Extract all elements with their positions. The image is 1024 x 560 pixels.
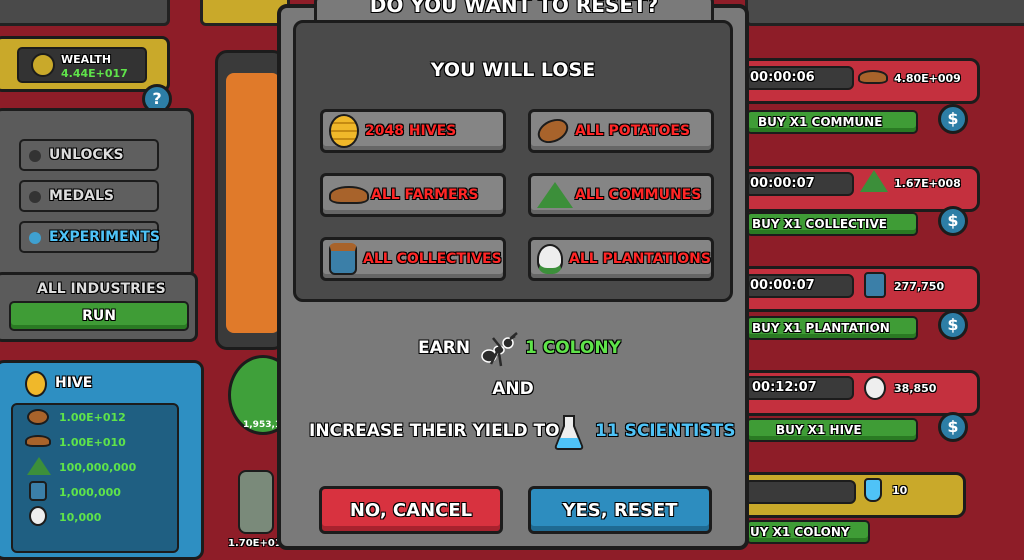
lose-item-collectives: ALL COLLECTIVES [320, 237, 506, 281]
reset-button[interactable]: YES, RESET [528, 486, 712, 534]
hive-stat-row: 1.00E+010 [59, 436, 126, 449]
industry-value: 277,750 [894, 280, 945, 293]
radio-icon [29, 191, 41, 203]
farmer-hat-icon [25, 435, 51, 447]
cotton-icon [864, 376, 886, 400]
lose-item-potatoes: ALL POTATOES [528, 109, 714, 153]
dialog-title: DO YOU WANT TO RESET? [369, 0, 659, 17]
cotton-icon [537, 244, 563, 274]
hive-stats: 1.00E+012 1.00E+010 100,000,000 1,000,00… [11, 403, 179, 553]
flask-icon [554, 414, 584, 450]
hive-icon [25, 371, 47, 397]
potato-circle-value: 1,953,1 [243, 420, 282, 430]
buy-hive-button[interactable]: BUY x1 HIVE [746, 418, 918, 442]
lose-item-label: ALL FARMERS [371, 187, 479, 203]
lose-item-label: 2048 HIVES [365, 123, 457, 139]
dollar-button[interactable]: $ [938, 104, 968, 134]
increase-value: 11 SCIENTISTS [595, 421, 736, 441]
medals-label: MEDALS [49, 188, 114, 204]
and-label: AND [492, 379, 534, 399]
radio-icon [29, 232, 41, 244]
top-bar-right [745, 0, 1024, 26]
background-scene [215, 50, 285, 350]
radio-icon [29, 150, 41, 162]
farmer-icon [864, 272, 886, 298]
lose-item-hives: 2048 HIVES [320, 109, 506, 153]
increase-label: INCREASE THEIR YIELD TO [309, 421, 560, 441]
side-menu: UNLOCKS MEDALS EXPERIMENTS [0, 108, 194, 278]
ant-icon [477, 332, 519, 368]
all-industries-panel: ALL INDUSTRIES RUN [0, 272, 198, 342]
hive-stat-row: 1,000,000 [59, 486, 121, 499]
dollar-button[interactable]: $ [938, 206, 968, 236]
lose-item-label: ALL PLANTATIONS [569, 251, 711, 267]
colony-value: 10 [892, 484, 908, 497]
lose-heading: YOU WILL LOSE [430, 59, 596, 81]
farmer-icon [29, 481, 47, 501]
farmer-hat-icon [858, 70, 888, 84]
tent-icon [537, 182, 573, 208]
tent-icon [27, 457, 51, 475]
tent-icon [860, 170, 888, 192]
experiments-label: EXPERIMENTS [49, 229, 161, 245]
farmer-hat-icon [329, 186, 369, 204]
lose-item-label: ALL COLLECTIVES [363, 251, 502, 267]
wealth-value: 4.44E+017 [61, 67, 128, 80]
dollar-button[interactable]: $ [938, 412, 968, 442]
unlocks-button[interactable]: UNLOCKS [19, 139, 159, 171]
buy-collective-button[interactable]: BUY x1 COLLECTIVE [746, 212, 918, 236]
farmer-icon [329, 243, 357, 275]
timer: 00:00:06 [744, 66, 854, 90]
potato-icon [27, 409, 49, 425]
run-button[interactable]: RUN [9, 301, 189, 331]
industry-value: 38,850 [894, 382, 937, 395]
wealth-label: WEALTH [61, 53, 112, 66]
lose-item-label: ALL COMMUNES [575, 187, 702, 203]
industry-value: 4.80E+009 [894, 72, 961, 85]
lose-item-label: ALL POTATOES [575, 123, 691, 139]
dollar-button[interactable]: $ [938, 310, 968, 340]
industry-value: 1.67E+008 [894, 177, 961, 190]
lose-item-farmers: ALL FARMERS [320, 173, 506, 217]
lose-item-plantations: ALL PLANTATIONS [528, 237, 714, 281]
flask-icon [864, 478, 882, 502]
hive-title: HIVE [55, 375, 93, 391]
timer: 00:00:07 [744, 274, 854, 298]
hive-icon [329, 114, 359, 148]
earn-value: 1 COLONY [525, 338, 621, 358]
medals-button[interactable]: MEDALS [19, 180, 159, 212]
timer: 00:00:07 [744, 172, 854, 196]
potato-icon [533, 114, 573, 148]
hive-stat-row: 1.00E+012 [59, 411, 126, 424]
top-bar-left [0, 0, 170, 26]
reset-dialog: DO YOU WANT TO RESET? YOU WILL LOSE 2048… [277, 0, 749, 550]
zombie-farmer-icon [238, 470, 274, 534]
lose-panel: YOU WILL LOSE 2048 HIVES ALL POTATOES AL… [293, 20, 733, 302]
lose-item-communes: ALL COMMUNES [528, 173, 714, 217]
experiments-button[interactable]: EXPERIMENTS [19, 221, 161, 253]
hive-stat-row: 10,000 [59, 511, 102, 524]
buy-colony-button[interactable]: UY x1 COLONY [746, 520, 870, 544]
colony-timer [744, 480, 856, 504]
globe-icon [31, 53, 55, 77]
earn-label: EARN [418, 338, 471, 358]
timer: 00:12:07 [744, 376, 854, 400]
cancel-button[interactable]: NO, CANCEL [319, 486, 503, 534]
hive-panel: HIVE 1.00E+012 1.00E+010 100,000,000 1,0… [0, 360, 204, 560]
unlocks-label: UNLOCKS [49, 147, 124, 163]
all-industries-label: ALL INDUSTRIES [37, 281, 166, 297]
cotton-icon [29, 506, 47, 526]
buy-commune-button[interactable]: BUY x1 COMMUNE [746, 110, 918, 134]
bottom-value: 1.70E+01 [228, 538, 282, 549]
hive-stat-row: 100,000,000 [59, 461, 137, 474]
wealth-panel: WEALTH 4.44E+017 [0, 36, 170, 92]
buy-plantation-button[interactable]: BUY x1 PLANTATION [746, 316, 918, 340]
